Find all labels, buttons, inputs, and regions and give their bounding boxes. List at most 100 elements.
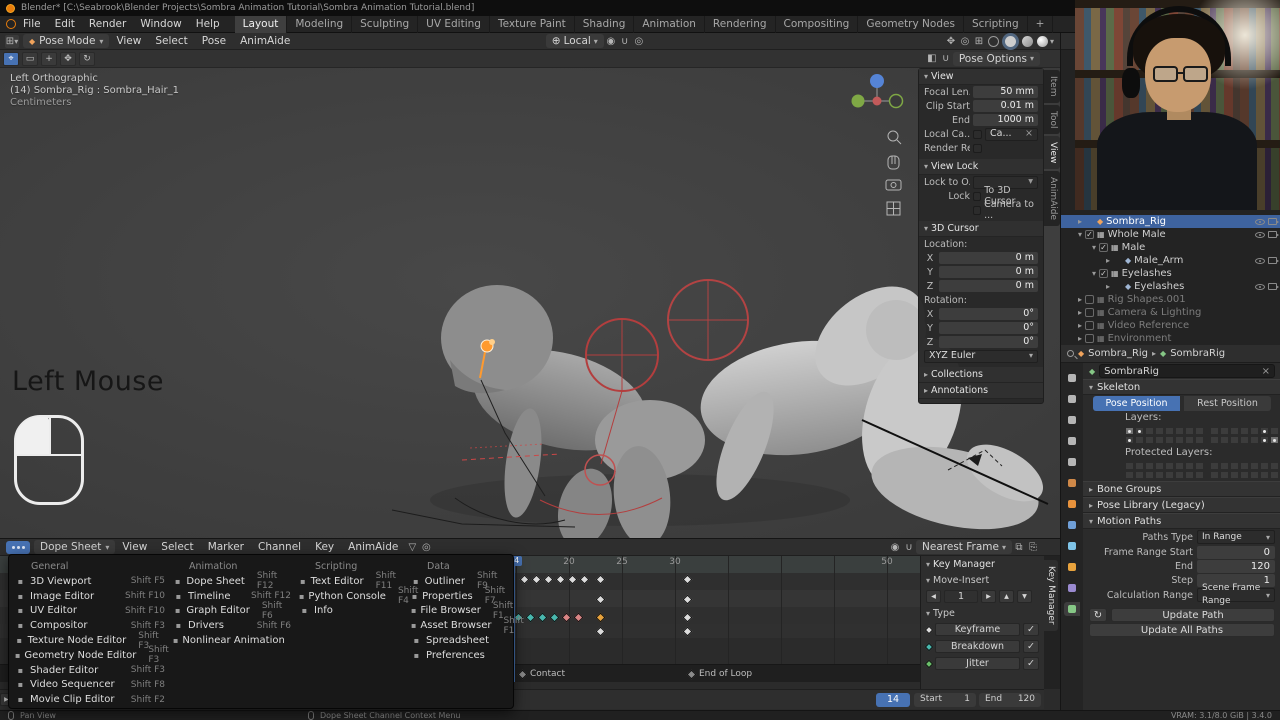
collection-checkbox[interactable]: ✓ bbox=[1099, 243, 1108, 252]
layer-cell[interactable] bbox=[1240, 426, 1249, 435]
dope-sheet-menu[interactable]: AnimAide bbox=[341, 541, 405, 553]
editor-menu-item[interactable]: ▪ Spreadsheet bbox=[411, 633, 507, 648]
dope-sheet-menu[interactable]: Marker bbox=[201, 541, 251, 553]
properties-tab[interactable] bbox=[1064, 539, 1080, 553]
local-camera-checkbox[interactable] bbox=[973, 129, 982, 139]
expand-icon[interactable]: ▸ bbox=[1103, 282, 1113, 291]
layer-cell[interactable] bbox=[1240, 435, 1249, 444]
layer-cell[interactable] bbox=[1220, 470, 1229, 479]
dope-sheet-menu[interactable]: Key bbox=[308, 541, 341, 553]
layer-cell[interactable] bbox=[1145, 435, 1154, 444]
workspace-tab[interactable]: Rendering bbox=[705, 15, 776, 33]
properties-tab[interactable] bbox=[1064, 518, 1080, 532]
motion-paths-panel-header[interactable]: ▾ Motion Paths bbox=[1083, 513, 1280, 529]
timeline-marker[interactable]: End of Loop bbox=[686, 669, 752, 679]
n-panel-tab[interactable]: View bbox=[1044, 135, 1060, 170]
layer-cell[interactable] bbox=[1270, 426, 1279, 435]
n-panel-tab[interactable]: Item bbox=[1044, 70, 1060, 103]
protected-layers-grid-1[interactable] bbox=[1125, 461, 1204, 479]
editor-menu-item[interactable]: ▪ 3D Viewport Shift F5 bbox=[15, 574, 165, 589]
expand-icon[interactable]: ▸ bbox=[1075, 321, 1085, 330]
pivot-point-button[interactable]: ◉ bbox=[604, 35, 618, 48]
topbar-menu[interactable]: File bbox=[16, 18, 48, 30]
layer-cell[interactable] bbox=[1155, 461, 1164, 470]
layer-cell[interactable] bbox=[1195, 470, 1204, 479]
outliner-item-name[interactable]: Video Reference bbox=[1108, 320, 1252, 331]
expand-icon[interactable]: ▸ bbox=[1075, 334, 1085, 343]
move-right-button[interactable]: ▸ bbox=[981, 590, 996, 603]
expand-icon[interactable]: ▸ bbox=[1075, 295, 1085, 304]
shading-wireframe-button[interactable] bbox=[987, 35, 999, 47]
layer-cell[interactable] bbox=[1185, 426, 1194, 435]
transform-orientation-dropdown[interactable]: ⊕ Local ▾ bbox=[545, 34, 604, 48]
outliner-item-name[interactable]: Sombra_Rig bbox=[1106, 216, 1252, 227]
snap-mode-dropdown[interactable]: Nearest Frame ▾ bbox=[916, 540, 1012, 554]
layer-cell[interactable] bbox=[1250, 426, 1259, 435]
hide-eye-icon[interactable] bbox=[1255, 218, 1265, 225]
outliner-row[interactable]: ▾ ✓ ▦ Male bbox=[1061, 241, 1280, 254]
view-panel-header[interactable]: ▾ View bbox=[919, 69, 1043, 85]
insert-down-button[interactable]: ▾ bbox=[1017, 590, 1032, 603]
outliner-row[interactable]: ▸ ▦ Camera & Lighting bbox=[1061, 306, 1280, 319]
show-gizmo-button[interactable]: ✥ bbox=[944, 35, 958, 48]
key-type-button[interactable]: Breakdown bbox=[935, 640, 1020, 653]
layer-cell[interactable] bbox=[1195, 461, 1204, 470]
layer-cell[interactable] bbox=[1195, 435, 1204, 444]
layer-cell[interactable] bbox=[1250, 470, 1259, 479]
pose-options-dropdown[interactable]: Pose Options ▾ bbox=[952, 51, 1040, 66]
layer-cell[interactable] bbox=[1250, 461, 1259, 470]
properties-tab[interactable] bbox=[1064, 602, 1080, 616]
timeline-marker[interactable]: Contact bbox=[517, 669, 565, 679]
key-type-button[interactable]: Keyframe bbox=[935, 623, 1020, 636]
type-header[interactable]: ▾ Type bbox=[921, 605, 1044, 621]
render-visibility-icon[interactable] bbox=[1268, 283, 1279, 290]
cursor-location-field[interactable]: 0 m bbox=[939, 266, 1038, 278]
key-manager-header[interactable]: ▾ Key Manager bbox=[921, 556, 1044, 572]
layer-cell[interactable] bbox=[1210, 470, 1219, 479]
outliner-row[interactable]: ▸ ▦ Environment bbox=[1061, 332, 1280, 345]
clip-end-field[interactable]: 1000 m bbox=[973, 114, 1038, 126]
layer-cell[interactable] bbox=[1135, 426, 1144, 435]
render-visibility-icon[interactable] bbox=[1268, 218, 1279, 225]
update-path-button[interactable]: Update Path bbox=[1111, 607, 1275, 622]
workspace-tab[interactable]: Shading bbox=[575, 15, 635, 33]
editor-menu-item[interactable]: ▪ Nonlinear Animation bbox=[173, 633, 291, 648]
move-tool-button[interactable]: ✥ bbox=[60, 51, 76, 66]
collection-checkbox[interactable] bbox=[1085, 334, 1094, 343]
frame-start-field[interactable]: Start 1 bbox=[914, 693, 976, 707]
cursor-tool-button[interactable]: + bbox=[41, 51, 57, 66]
layer-cell[interactable] bbox=[1155, 435, 1164, 444]
frame-range-start-field[interactable]: 0 bbox=[1197, 545, 1275, 559]
workspace-tab[interactable]: Compositing bbox=[776, 15, 859, 33]
layer-cell[interactable] bbox=[1185, 470, 1194, 479]
outliner-row[interactable]: ▸ ◆ Male_Arm bbox=[1061, 254, 1280, 267]
snap-toggle-icon[interactable]: ∪ bbox=[939, 52, 953, 65]
layer-cell[interactable] bbox=[1135, 461, 1144, 470]
properties-tab[interactable] bbox=[1064, 434, 1080, 448]
layer-cell[interactable] bbox=[1125, 435, 1134, 444]
layer-cell[interactable] bbox=[1220, 435, 1229, 444]
tweak-tool-button[interactable]: ⌖ bbox=[3, 51, 19, 66]
hide-eye-icon[interactable] bbox=[1255, 283, 1265, 290]
layer-cell[interactable] bbox=[1155, 426, 1164, 435]
layer-cell[interactable] bbox=[1270, 470, 1279, 479]
select-box-tool-button[interactable]: ▭ bbox=[22, 51, 38, 66]
mode-dropdown[interactable]: ◆ Pose Mode ▾ bbox=[23, 34, 110, 48]
workspace-tab[interactable]: UV Editing bbox=[418, 15, 490, 33]
editor-menu-item[interactable]: ▪ Video Sequencer Shift F8 bbox=[15, 678, 165, 693]
cursor-location-field[interactable]: 0 m bbox=[939, 280, 1038, 292]
snap-icon[interactable]: ∪ bbox=[902, 541, 916, 554]
viewport-menu[interactable]: Select bbox=[148, 35, 194, 47]
paste-keyframes-icon[interactable]: ⎘ bbox=[1026, 541, 1040, 554]
cursor-rotation-field[interactable]: 0° bbox=[939, 336, 1038, 348]
clip-start-field[interactable]: 0.01 m bbox=[973, 100, 1038, 112]
layer-cell[interactable] bbox=[1220, 461, 1229, 470]
key-type-apply-icon[interactable]: ✓ bbox=[1023, 640, 1039, 653]
properties-tab[interactable] bbox=[1064, 581, 1080, 595]
amount-field[interactable]: 1 bbox=[944, 590, 978, 603]
copy-keyframes-icon[interactable]: ⧉ bbox=[1012, 541, 1026, 554]
layer-cell[interactable] bbox=[1230, 435, 1239, 444]
calculation-range-dropdown[interactable]: Scene Frame Range ▾ bbox=[1197, 583, 1275, 606]
viewport-menu[interactable]: Pose bbox=[195, 35, 233, 47]
layer-cell[interactable] bbox=[1250, 435, 1259, 444]
